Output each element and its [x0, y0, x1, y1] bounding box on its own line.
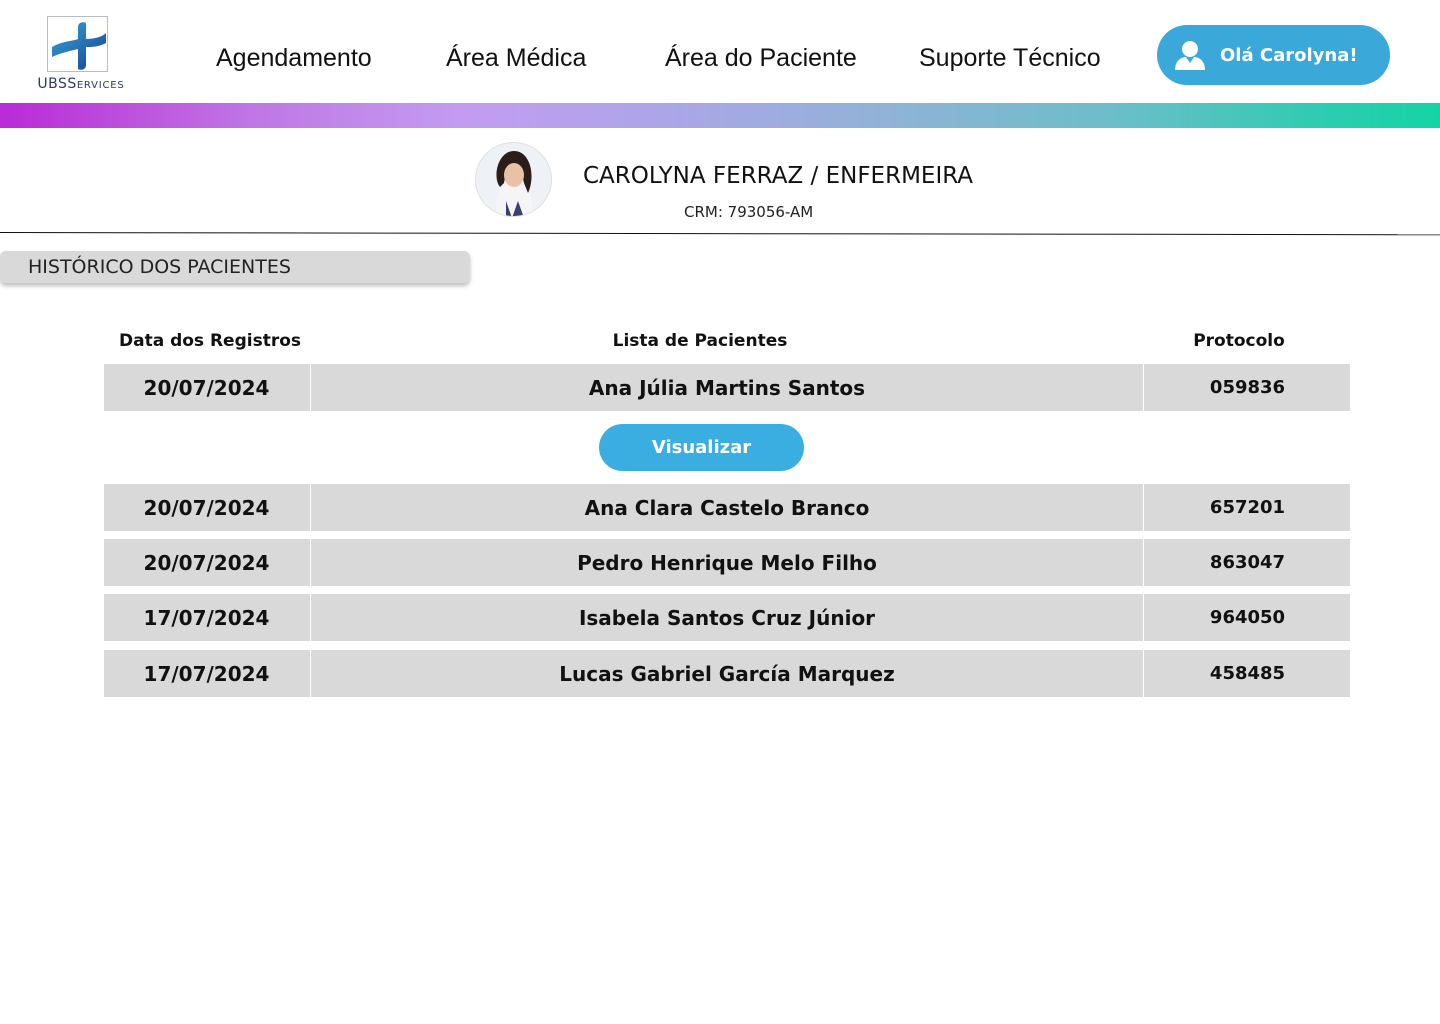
view-button[interactable]: Visualizar [599, 424, 804, 471]
column-header-date: Data dos Registros [118, 331, 302, 351]
row-patient-name: Isabela Santos Cruz Júnior [310, 594, 1144, 641]
table-row[interactable]: 17/07/2024 Lucas Gabriel García Marquez … [104, 650, 1350, 697]
logo-text: UBSSERVICES [37, 76, 125, 92]
row-date: 20/07/2024 [143, 495, 270, 520]
row-protocol: 059836 [1209, 377, 1286, 398]
user-icon [1173, 38, 1207, 72]
top-header: UBSSERVICES Agendamento Área Médica Área… [0, 0, 1440, 103]
table-row[interactable]: 20/07/2024 Pedro Henrique Melo Filho 863… [104, 539, 1350, 586]
row-patient-name: Ana Clara Castelo Branco [310, 484, 1144, 531]
logo-cross-icon [47, 16, 108, 72]
row-date: 20/07/2024 [143, 375, 270, 400]
avatar [475, 142, 552, 217]
section-title-tab: HISTÓRICO DOS PACIENTES [0, 251, 470, 283]
user-greeting-button[interactable]: Olá Carolyna! [1157, 25, 1390, 85]
professional-crm: CRM: 793056-AM [684, 203, 814, 221]
nav-agendamento[interactable]: Agendamento [216, 44, 372, 73]
section-title: HISTÓRICO DOS PACIENTES [28, 256, 291, 278]
section-divider [0, 232, 1440, 236]
row-patient-name: Ana Júlia Martins Santos [310, 364, 1144, 411]
row-protocol: 657201 [1209, 497, 1286, 518]
nav-area-medica[interactable]: Área Médica [446, 44, 586, 73]
gradient-banner [0, 103, 1440, 128]
row-protocol: 964050 [1209, 607, 1286, 628]
nav-suporte-tecnico[interactable]: Suporte Técnico [919, 44, 1101, 73]
column-header-patients: Lista de Pacientes [612, 331, 788, 351]
row-date: 17/07/2024 [143, 605, 270, 630]
row-protocol: 458485 [1209, 663, 1286, 684]
row-date: 17/07/2024 [143, 661, 270, 686]
professional-name: CAROLYNA FERRAZ / ENFERMEIRA [583, 163, 974, 189]
table-row[interactable]: 17/07/2024 Isabela Santos Cruz Júnior 96… [104, 594, 1350, 641]
row-date: 20/07/2024 [143, 550, 270, 575]
row-protocol: 863047 [1209, 552, 1286, 573]
column-header-protocol: Protocolo [1193, 331, 1285, 351]
row-patient-name: Lucas Gabriel García Marquez [310, 650, 1144, 697]
table-row[interactable]: 20/07/2024 Ana Júlia Martins Santos 0598… [104, 364, 1350, 411]
nav-area-paciente[interactable]: Área do Paciente [665, 44, 857, 73]
ubservices-logo[interactable]: UBSSERVICES [36, 14, 126, 94]
table-row[interactable]: 20/07/2024 Ana Clara Castelo Branco 6572… [104, 484, 1350, 531]
row-patient-name: Pedro Henrique Melo Filho [310, 539, 1144, 586]
greeting-label: Olá Carolyna! [1220, 45, 1358, 66]
